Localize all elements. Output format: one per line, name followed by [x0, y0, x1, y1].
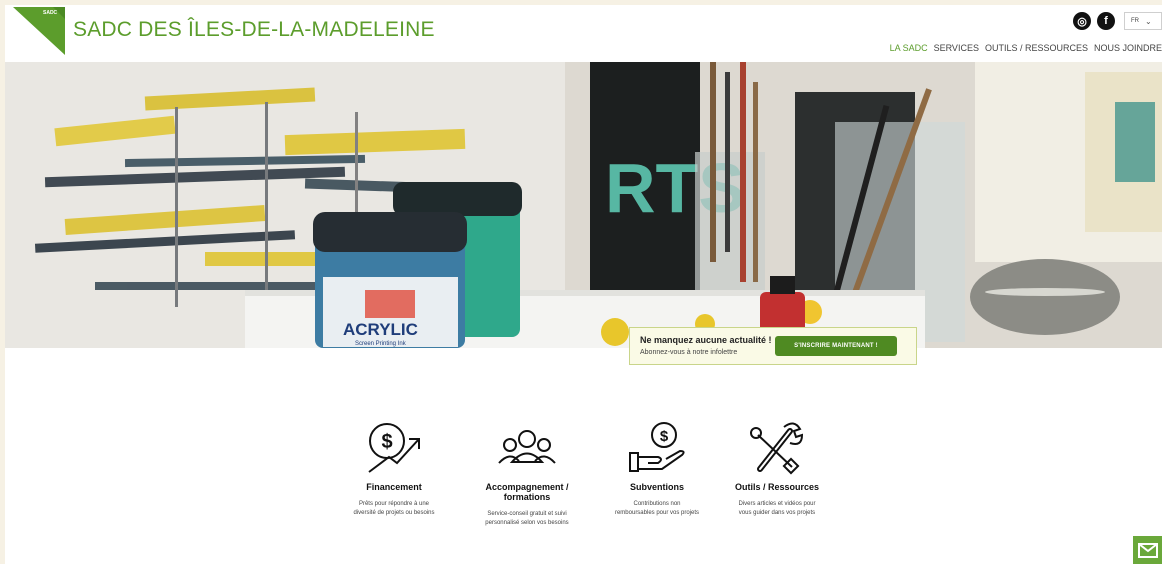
nav-item-outils-ressources[interactable]: OUTILS / RESSOURCES — [985, 43, 1088, 53]
subscribe-button[interactable]: S'INSCRIRE MAINTENANT ! — [775, 336, 897, 356]
service-title: Subventions — [629, 482, 684, 492]
service-outils[interactable]: Outils / Ressources Divers articles et v… — [718, 417, 836, 518]
site-title[interactable]: SADC DES ÎLES-DE-LA-MADELEINE — [73, 18, 435, 42]
service-subventions[interactable]: $ Subventions Contributions non remboursa… — [598, 417, 716, 518]
services-section: $ Financement Prêts pour répondre à une d… — [335, 417, 835, 547]
nav-item-services[interactable]: SERVICES — [934, 43, 979, 53]
nav-item-nous-joindre[interactable]: NOUS JOINDRE — [1094, 43, 1162, 53]
newsletter-banner: Ne manquez aucune actualité ! Abonnez-vo… — [629, 327, 917, 365]
subsidy-icon: $ — [629, 422, 685, 472]
service-desc: Contributions non remboursables pour vos … — [614, 501, 700, 516]
tools-icon — [750, 422, 804, 475]
logo[interactable]: SADC — [13, 7, 65, 55]
main-nav: LA SADC SERVICES OUTILS / RESSOURCES NOU… — [890, 43, 1162, 53]
service-financement[interactable]: $ Financement Prêts pour répondre à une d… — [335, 417, 453, 518]
language-select[interactable]: FR ⌄ — [1124, 12, 1162, 30]
coaching-icon — [498, 430, 556, 464]
service-title: Financement — [366, 482, 422, 492]
service-title: Outils / Ressources — [734, 482, 820, 492]
service-desc: Prêts pour répondre à une diversité de pr… — [353, 501, 435, 516]
service-title: Accompagnement / formations — [485, 482, 569, 502]
logo-text: SADC — [43, 10, 58, 16]
service-desc: Divers articles et vidéos pour vous guide… — [738, 501, 816, 516]
page: SADC SADC DES ÎLES-DE-LA-MADELEINE ◎ f F… — [5, 5, 1162, 564]
chevron-down-icon: ⌄ — [1145, 16, 1152, 26]
service-accompagnement[interactable]: Accompagnement / formations Service-cons… — [468, 417, 586, 528]
mail-icon[interactable] — [1133, 536, 1162, 564]
svg-text:$: $ — [381, 431, 392, 453]
site-header: SADC SADC DES ÎLES-DE-LA-MADELEINE ◎ f F… — [5, 5, 1162, 62]
facebook-icon[interactable]: f — [1097, 12, 1115, 30]
nav-item-la-sadc[interactable]: LA SADC — [890, 43, 928, 53]
newsletter-title: Ne manquez aucune actualité ! — [640, 335, 772, 345]
instagram-icon[interactable]: ◎ — [1073, 12, 1091, 30]
social-links: ◎ f — [1073, 12, 1115, 30]
service-desc: Service-conseil gratuit et suivi personna… — [485, 511, 569, 526]
hero-image: RTS ACRYLIC Screen Printing Ink — [5, 62, 1162, 348]
newsletter-subtitle: Abonnez-vous à notre infolettre — [640, 349, 738, 356]
jar-sublabel: Screen Printing Ink — [355, 341, 407, 347]
language-value: FR — [1131, 18, 1139, 24]
financing-icon: $ — [368, 423, 420, 473]
svg-text:$: $ — [660, 428, 669, 445]
jar-label: ACRYLIC — [343, 320, 418, 339]
